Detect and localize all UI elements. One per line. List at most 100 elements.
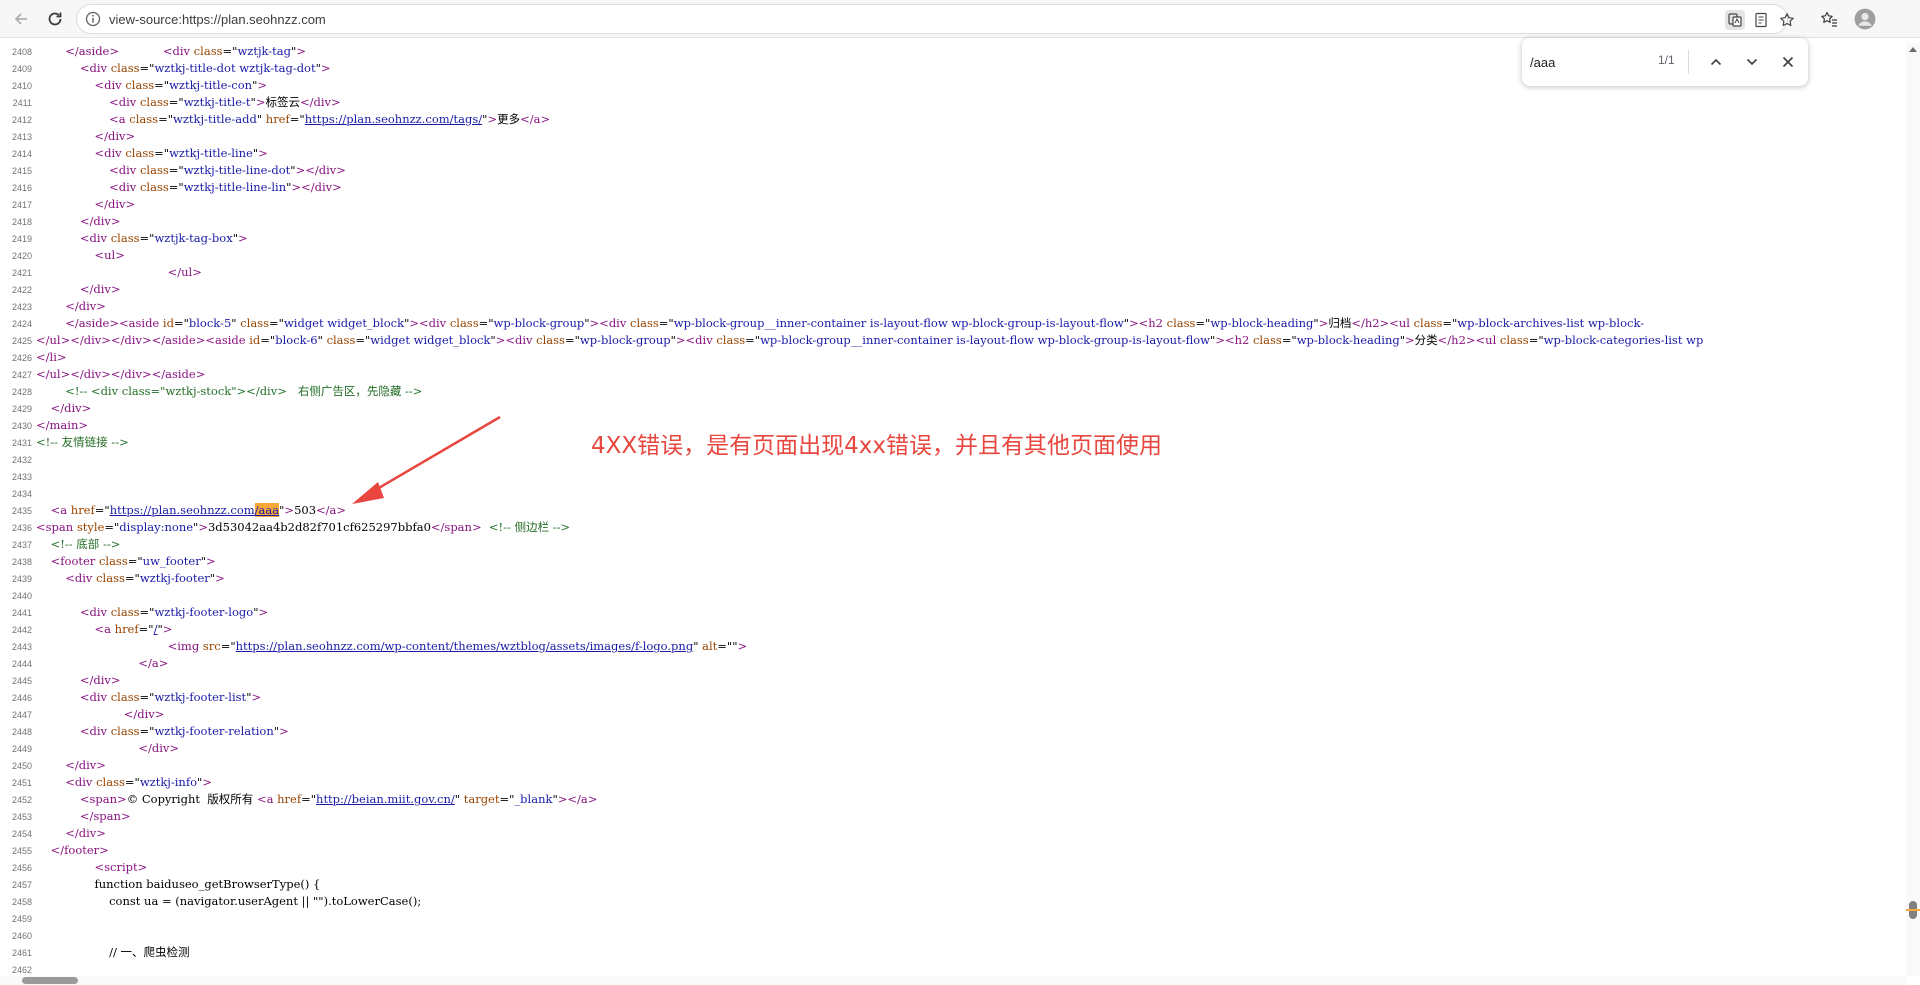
line-number: 2427 [11,370,32,380]
line-number: 2415 [11,166,32,176]
source-link[interactable]: https://plan.seohnzz.com/wp-content/them… [236,639,694,653]
line-number: 2438 [11,557,32,567]
line-number: 2425 [11,336,32,346]
source-line: 2424 </aside><aside id="block-5" class="… [0,315,1644,332]
line-code: </div> [79,214,121,228]
source-line: 2419 <div class="wztjk-tag-box"> [0,230,248,247]
line-code: <div class="wztkj-title-t">标签云</div> [109,95,341,109]
line-code: <a class="wztkj-title-add" href="https:/… [109,112,551,126]
line-number: 2437 [11,540,32,550]
previous-match-icon [1710,58,1722,66]
view-source-content: 2408 </aside> <div class="wztjk-tag"> 240… [0,43,1906,976]
source-line: 2409 <div class="wztkj-title-dot wztjk-t… [0,60,331,77]
source-link[interactable]: https://plan.seohnzz.com/aaa [110,503,280,517]
address-url[interactable]: view-source:https://plan.seohnzz.com [109,12,326,27]
browser-toolbar: view-source:https://plan.seohnzz.com [0,0,1920,38]
source-line: 2445 </div> [0,672,121,689]
find-next-button[interactable] [1740,50,1764,74]
line-number: 2419 [11,234,32,244]
source-line: 2453 </span> [0,808,131,825]
line-number: 2408 [11,47,32,57]
line-number: 2454 [11,829,32,839]
line-code: </div> [123,707,165,721]
source-line: 2456 <script> [0,859,147,876]
profile-button[interactable] [1850,4,1880,34]
line-code: </li> [36,350,67,364]
find-input[interactable] [1528,47,1678,77]
favorites-icon [1821,11,1837,27]
line-code: </div> [65,299,106,313]
source-line: 2425 </ul></div></div></aside><aside id="… [0,332,1703,349]
close-icon [1782,56,1794,68]
line-code: <!-- 友情链接 --> [36,435,129,449]
line-number: 2416 [11,183,32,193]
line-code: </aside> <div class="wztjk-tag"> [65,44,306,58]
line-number: 2423 [11,302,32,312]
line-number: 2452 [11,795,32,805]
line-number: 2413 [11,132,32,142]
source-line: 2452 <span>© Copyright 版权所有 <a href="htt… [0,791,597,808]
line-number: 2456 [11,863,32,873]
source-line: 2449 </div> [0,740,179,757]
line-number: 2443 [11,642,32,652]
source-line: 2435 <a href="https://plan.seohnzz.com/a… [0,502,346,519]
source-line: 2462 [0,961,32,976]
source-line: 2440 [0,587,32,604]
line-number: 2429 [11,404,32,414]
line-code: </aside><aside id="block-5" class="widge… [65,316,1645,330]
line-number: 2458 [11,897,32,907]
scroll-up-icon[interactable] [1909,47,1917,52]
source-line: 2413 </div> [0,128,135,145]
line-code: </a> [138,656,169,670]
translate-icon [1728,13,1742,27]
source-line: 2408 </aside> <div class="wztjk-tag"> [0,43,306,60]
line-code: <ul> [94,248,125,262]
site-info-icon[interactable] [85,11,101,27]
line-code: </div> [138,741,180,755]
source-link[interactable]: http://beian.miit.gov.cn/ [316,792,455,806]
source-line: 2448 <div class="wztkj-footer-relation"> [0,723,289,740]
bookmark-star-icon [1780,13,1794,27]
reader-mode-button[interactable] [1751,10,1771,30]
horizontal-scrollbar[interactable] [0,976,1906,985]
line-code: </ul></div></div></aside> [36,367,206,381]
line-number: 2461 [11,948,32,958]
line-code: <script> [94,860,148,874]
line-code: <!-- <div class="wztkj-stock"></div> 右侧广… [65,384,423,398]
vertical-scrollbar[interactable] [1906,43,1920,976]
bookmark-star-button[interactable] [1777,10,1797,30]
find-divider [1688,50,1689,74]
reload-button[interactable] [40,4,70,34]
source-line: 2460 [0,927,32,944]
source-link[interactable]: https://plan.seohnzz.com/tags/ [305,112,482,126]
line-number: 2441 [11,608,32,618]
line-code: <a href="https://plan.seohnzz.com/aaa">5… [50,503,347,517]
source-line: 2443 <img src="https://plan.seohnzz.com/… [0,638,747,655]
source-line: 2459 [0,910,32,927]
line-number: 2436 [11,523,32,533]
find-previous-button[interactable] [1704,50,1728,74]
address-bar[interactable]: view-source:https://plan.seohnzz.com [76,4,1794,34]
back-button[interactable] [6,4,36,34]
line-code: <div class="wztkj-info"> [65,775,212,789]
line-number: 2433 [11,472,32,482]
line-number: 2430 [11,421,32,431]
line-number: 2451 [11,778,32,788]
line-code: </span> [79,809,131,823]
find-close-button[interactable] [1776,50,1800,74]
line-number: 2422 [11,285,32,295]
source-link[interactable]: / [154,622,158,636]
line-code: <!-- 底部 --> [50,537,121,551]
find-match-count: 1/1 [1658,53,1675,67]
line-number: 2462 [11,965,32,975]
line-number: 2414 [11,149,32,159]
line-number: 2460 [11,931,32,941]
horizontal-scroll-thumb[interactable] [22,977,78,984]
source-line: 2426 </li> [0,349,67,366]
source-line: 2454 </div> [0,825,106,842]
source-line: 2415 <div class="wztkj-title-line-dot"><… [0,162,346,179]
line-number: 2412 [11,115,32,125]
line-number: 2410 [11,81,32,91]
translate-button[interactable] [1725,10,1745,30]
favorites-button[interactable] [1814,4,1844,34]
